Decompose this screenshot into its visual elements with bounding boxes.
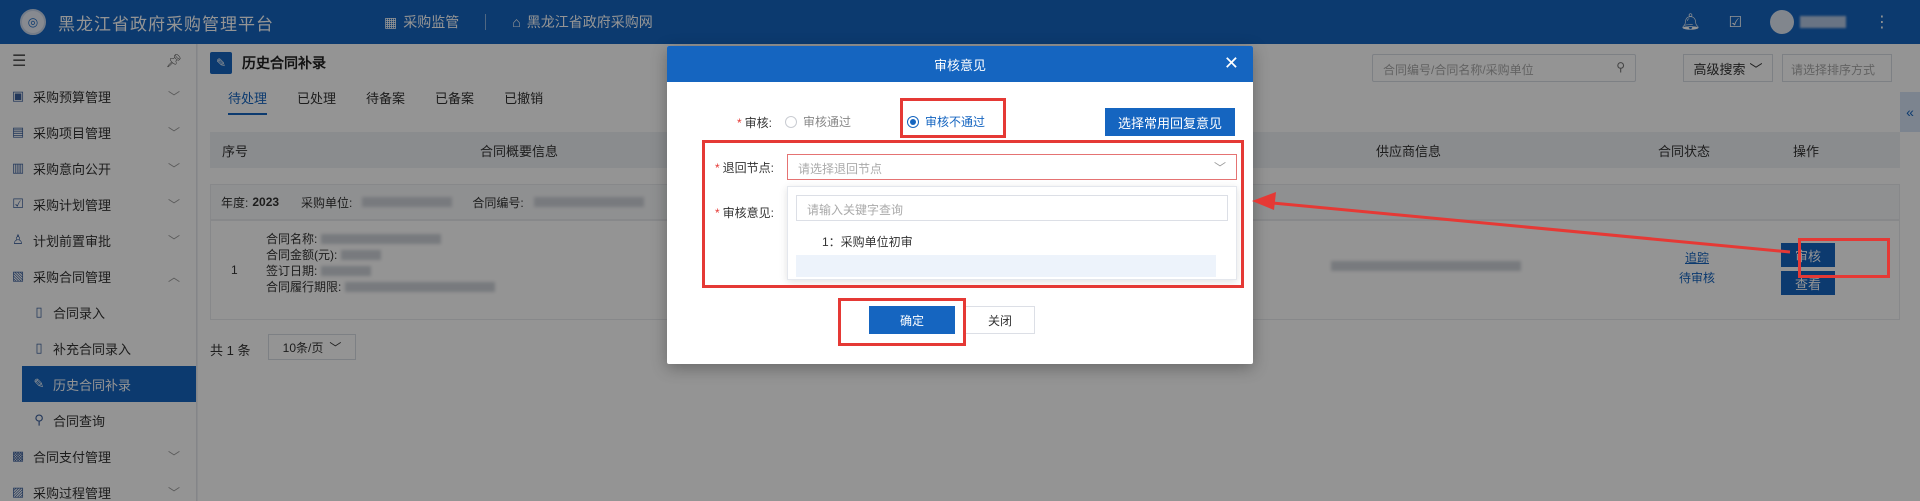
arrow-head (1252, 192, 1276, 210)
arrow-line (1261, 200, 1791, 254)
annotation-arrow (1252, 192, 1791, 254)
